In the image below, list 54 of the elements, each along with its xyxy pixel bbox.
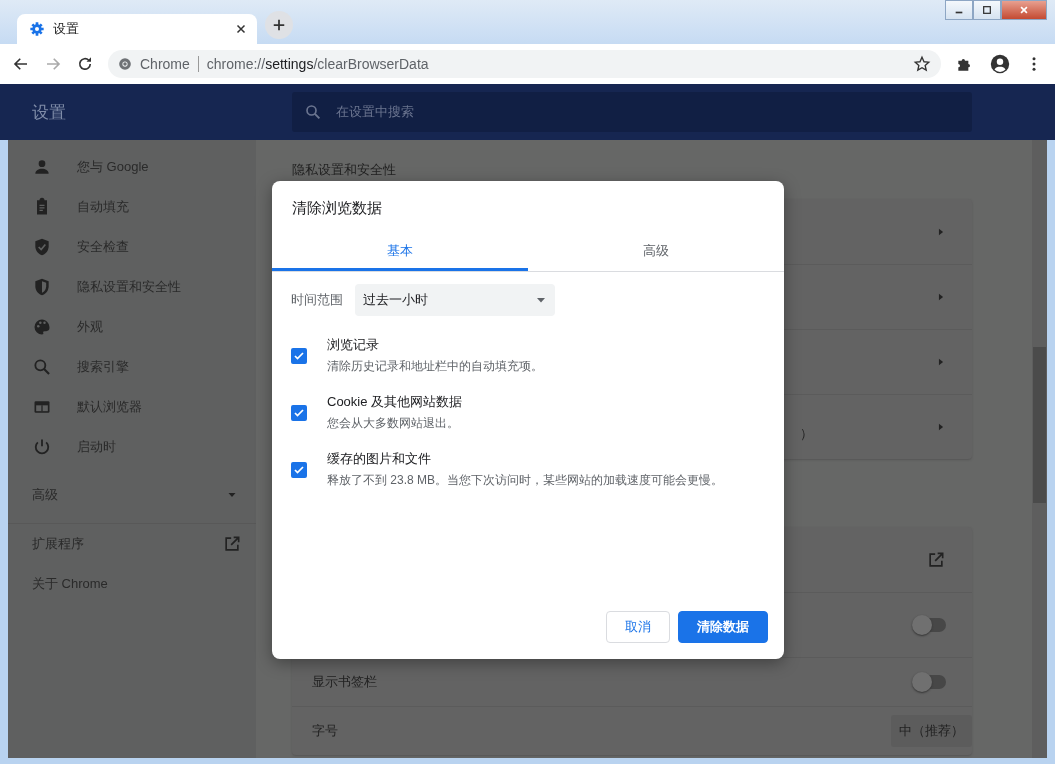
dialog-title: 清除浏览数据 xyxy=(291,198,383,218)
toggle-switch[interactable] xyxy=(914,675,946,689)
maximize-button[interactable] xyxy=(973,0,1001,20)
setting-label: 字号 xyxy=(312,722,338,740)
checkmark-icon xyxy=(293,463,305,476)
close-icon xyxy=(1019,5,1029,15)
checkbox[interactable] xyxy=(291,347,307,364)
shield-check-icon xyxy=(32,237,52,257)
option-description: 释放了不到 23.8 MB。当您下次访问时，某些网站的加载速度可能会更慢。 xyxy=(327,472,724,489)
checkbox[interactable] xyxy=(291,461,307,478)
search-icon xyxy=(32,357,52,377)
tab-title: 设置 xyxy=(53,20,80,38)
account-icon[interactable] xyxy=(989,53,1011,75)
address-bar[interactable]: Chrome chrome://settings/clearBrowserData xyxy=(108,50,941,78)
option-title: Cookie 及其他网站数据 xyxy=(327,393,463,411)
back-icon[interactable] xyxy=(12,55,30,73)
section-title: 隐私设置和安全性 xyxy=(292,162,397,178)
forward-icon[interactable] xyxy=(44,55,62,73)
option-description: 您会从大多数网站退出。 xyxy=(327,415,460,432)
clear-data-button[interactable]: 清除数据 xyxy=(678,611,768,643)
tab[interactable]: 基本 xyxy=(272,233,528,271)
field-label: 时间范围 xyxy=(291,291,343,309)
search-icon xyxy=(304,103,322,121)
scrollbar[interactable] xyxy=(1032,140,1047,758)
option-title: 浏览记录 xyxy=(327,336,380,354)
setting-label: ） xyxy=(800,425,813,443)
page-title: 设置 xyxy=(32,101,67,124)
new-tab-button[interactable] xyxy=(265,11,293,39)
maximize-icon xyxy=(982,5,992,15)
power-icon xyxy=(32,437,52,457)
toggle-switch[interactable] xyxy=(914,618,946,632)
browser-tab[interactable]: 设置 xyxy=(17,14,257,44)
site-label: Chrome xyxy=(140,56,190,72)
star-icon[interactable] xyxy=(913,55,931,73)
plus-icon xyxy=(272,18,286,32)
url-text: chrome://settings/clearBrowserData xyxy=(206,56,430,72)
shield-icon xyxy=(32,277,52,297)
reload-icon[interactable] xyxy=(76,55,94,73)
gear-icon xyxy=(29,21,45,37)
checkbox[interactable] xyxy=(291,404,307,421)
chrome-logo-icon xyxy=(118,57,132,71)
cancel-button[interactable]: 取消 xyxy=(606,611,670,643)
close-button[interactable] xyxy=(1001,0,1047,20)
option-description: 清除历史记录和地址栏中的自动填充项。 xyxy=(327,358,543,375)
palette-icon xyxy=(32,317,52,337)
close-icon[interactable] xyxy=(235,23,247,35)
checkmark-icon xyxy=(293,349,305,362)
person-icon xyxy=(32,157,52,177)
setting-label: 显示书签栏 xyxy=(312,673,377,691)
search-field[interactable]: 在设置中搜索 xyxy=(292,92,972,132)
tab[interactable]: 高级 xyxy=(528,233,784,271)
checkmark-icon xyxy=(293,406,305,419)
option-title: 缓存的图片和文件 xyxy=(327,450,432,468)
time-range-dropdown[interactable]: 过去一小时 xyxy=(355,284,555,316)
